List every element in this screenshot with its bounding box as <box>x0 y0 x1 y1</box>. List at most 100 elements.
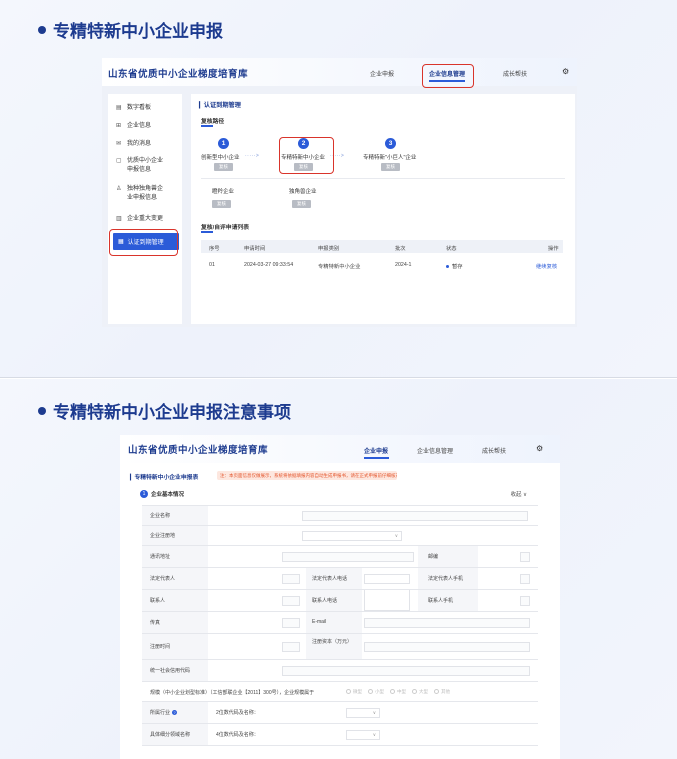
label-contact-mobile: 联系人手机 <box>428 598 454 604</box>
label-legal-rep: 法定代表人 <box>150 576 176 582</box>
col-type: 申报类别 <box>318 246 340 252</box>
form-row: 传真 E-mail <box>142 612 538 634</box>
label-reg-capital: 注册资本（万元） <box>312 639 353 645</box>
main-content: ▎认证到期管理 复核路径 1 创新型中小企业 复核 ·····> 2 专精特新中… <box>191 94 575 324</box>
label-product-code: 4位数代码及名称： <box>216 732 259 738</box>
sidebar-item-unicorn[interactable]: ♙ 独种独角兽企 业申报信息 <box>116 185 163 203</box>
slide-title-text: 专精特新中小企业申报注意事项 <box>53 403 291 423</box>
scale-radio-medium[interactable]: 中型 <box>390 689 406 695</box>
form-row: 通讯地址 邮编 <box>142 546 538 568</box>
slide-title-text: 专精特新中小企业申报 <box>53 22 223 42</box>
scale-radio-large[interactable]: 大型 <box>412 689 428 695</box>
form-row: 具体细分领域名称 4位数代码及名称： ∨ <box>142 724 538 746</box>
warning-banner: 注：本页面信息仅做展示，系统将依据填报内容自动生成申报书，请在正式申报前仔细核对 <box>217 471 397 480</box>
label-fax: 传真 <box>150 620 161 626</box>
nav-company-info-management[interactable]: 企业信息管理 <box>417 446 453 455</box>
label-contact: 联系人 <box>150 598 166 604</box>
brand-logo: 山东省优质中小企业梯度培育库 <box>128 445 269 456</box>
industry-select[interactable]: ∨ <box>346 708 380 718</box>
nav-company-declaration[interactable]: 企业申报 <box>370 69 394 78</box>
scale-radio-small[interactable]: 小型 <box>368 689 384 695</box>
list-title-underline <box>201 231 213 233</box>
form-row: 企业注册地 ∨ <box>142 526 538 546</box>
unicorn-review-button[interactable]: 复核 <box>292 200 311 208</box>
step-1-review-button[interactable]: 复核 <box>214 163 233 171</box>
step-3-review-button[interactable]: 复核 <box>381 163 400 171</box>
form-row: 统一社会信用代码 <box>142 660 538 682</box>
app-window-form: 山东省优质中小企业梯度培育库 企业申报 企业信息管理 成长帮扶 ⚙ ▎专精特新中… <box>120 435 560 759</box>
label-scale: 规模（中小企业划型标准）（工信部联企业【2011】300号），企业规模属于 <box>150 690 315 696</box>
reg-place-select[interactable]: ∨ <box>302 531 402 541</box>
step-1-circle: 1 <box>218 138 229 149</box>
nav-active-underline <box>364 457 389 459</box>
form-row: 法定代表人 法定代表人电话 法定代表人手机 <box>142 568 538 590</box>
section-title: ▎认证到期管理 <box>199 102 241 109</box>
sidebar-item-messages[interactable]: ✉ 我的消息 <box>116 140 151 149</box>
collapse-toggle[interactable]: 收起 ∨ <box>510 490 527 498</box>
status-dot-icon <box>446 265 449 269</box>
nav-growth-support[interactable]: 成长帮扶 <box>503 69 527 78</box>
row-type: 专精特新中小企业 <box>318 264 361 270</box>
product-select[interactable]: ∨ <box>346 730 380 740</box>
postcode-input[interactable] <box>520 552 530 562</box>
section-title: 企业基本情况 <box>151 492 185 498</box>
nav-company-declaration[interactable]: 企业申报 <box>364 446 388 455</box>
legal-mobile-input[interactable] <box>520 574 530 584</box>
label-industry-code: 2位数代码及名称： <box>216 710 259 716</box>
company-name-input[interactable] <box>302 511 528 521</box>
settings-icon[interactable]: ⚙ <box>536 444 543 453</box>
sidebar-item-quality-sme[interactable]: ▢ 优质中小企业 申报信息 <box>116 157 163 175</box>
list-title: 复核/自评申请列表 <box>201 225 249 231</box>
bullet-dot <box>38 25 46 34</box>
bullet-dot <box>38 406 46 415</box>
legal-phone-input[interactable] <box>364 574 410 584</box>
divider <box>201 178 565 179</box>
scale-radio-other[interactable]: 其他 <box>434 689 450 695</box>
gazelle-label: 瞪羚企业 <box>212 189 235 195</box>
document-icon: ▢ <box>116 158 122 164</box>
contact-mobile-input[interactable] <box>520 596 530 606</box>
nav-growth-support[interactable]: 成长帮扶 <box>482 446 506 455</box>
row-status: 暂存 <box>446 262 463 270</box>
dashboard-icon: ▤ <box>116 105 122 111</box>
form-grid: 企业名称 企业注册地 ∨ 通讯地址 邮编 法定代表人 法定代表人电话 法定代表人… <box>142 505 538 759</box>
section-header: 1 企业基本情况 收起 ∨ <box>136 487 541 501</box>
message-icon: ✉ <box>116 141 122 147</box>
step-arrow-1: ·····> <box>245 153 260 159</box>
sidebar-item-major-change[interactable]: ▥ 企业重大变更 <box>116 215 163 224</box>
highlight-box-sidebar <box>109 229 178 256</box>
label-email: E-mail <box>312 619 327 625</box>
label-address: 通讯地址 <box>150 554 171 560</box>
slide-title: 专精特新中小企业申报 <box>38 17 223 42</box>
reg-capital-input[interactable] <box>364 642 530 652</box>
settings-icon[interactable]: ⚙ <box>562 67 569 76</box>
col-status: 状态 <box>446 246 457 252</box>
address-input[interactable] <box>282 552 414 562</box>
scale-radio-micro[interactable]: 微型 <box>346 689 362 695</box>
form-row: 所属行业? 2位数代码及名称： ∨ <box>142 702 538 724</box>
step-3-circle: 3 <box>385 138 396 149</box>
contact-input[interactable] <box>282 596 300 606</box>
form-row: 规模（中小企业划型标准）（工信部联企业【2011】300号），企业规模属于 微型… <box>142 682 538 702</box>
label-legal-mobile: 法定代表人手机 <box>428 576 464 582</box>
col-no: 序号 <box>209 246 220 252</box>
path-title: 复核路径 <box>201 119 225 125</box>
email-input[interactable] <box>364 618 530 628</box>
reg-time-input[interactable] <box>282 642 300 652</box>
continue-review-link[interactable]: 继续复核 <box>536 262 557 270</box>
legal-rep-input[interactable] <box>282 574 300 584</box>
sidebar-item-dashboard[interactable]: ▤ 数字看板 <box>116 104 151 113</box>
sidebar-item-company-info[interactable]: ⊞ 企业信息 <box>116 122 151 131</box>
help-icon[interactable]: ? <box>172 710 178 716</box>
credit-code-input[interactable] <box>282 666 530 676</box>
top-bar: 山东省优质中小企业梯度培育库 企业申报 企业信息管理 成长帮扶 ⚙ <box>120 435 560 463</box>
label-main-product: 具体细分领域名称 <box>150 732 191 738</box>
chevron-down-icon: ∨ <box>372 710 376 715</box>
section-number: 1 <box>140 490 148 498</box>
row-time: 2024-03-27 09:33:54 <box>244 262 294 268</box>
contact-phone-input[interactable] <box>364 590 410 611</box>
fax-input[interactable] <box>282 618 300 628</box>
path-title-underline <box>201 125 213 127</box>
gazelle-review-button[interactable]: 复核 <box>212 200 231 208</box>
row-no: 01 <box>209 262 215 268</box>
